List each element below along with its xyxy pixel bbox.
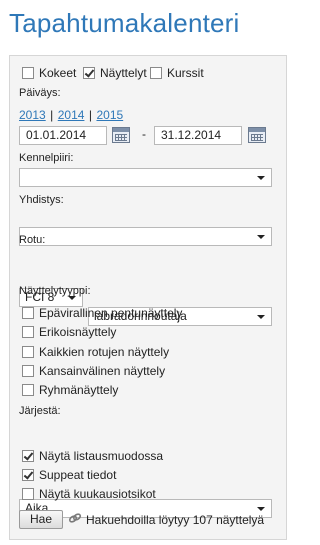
checkbox-kokeet[interactable]: Kokeet [22,66,76,80]
rotu-label: Rotu: [19,234,46,246]
search-button[interactable]: Hae [19,510,63,529]
option-compact-label: Suppeat tiedot [39,468,117,482]
calendar-icon[interactable] [248,127,266,143]
show-type-label: Näyttelytyyppi: [19,285,91,297]
show-type-checkbox[interactable] [22,365,34,377]
chevron-down-icon [257,315,265,319]
option-list-view-label: Näytä listausmuodossa [39,449,164,463]
chevron-down-icon [257,235,265,239]
yhdistys-label: Yhdistys: [19,194,64,206]
year-separator: | [88,108,93,122]
checkbox-nayttelyt-label: Näyttelyt [100,66,147,80]
show-type-item[interactable]: Kansainvälinen näyttely [22,364,165,378]
option-month-headings[interactable]: Näytä kuukausiotsikot [22,487,156,501]
show-type-item-label: Ryhmänäyttely [39,383,119,397]
show-type-item-label: Epävirallinen pentunäyttely [39,306,183,320]
link-icon[interactable] [68,512,82,524]
show-type-item[interactable]: Erikoisnäyttely [22,325,116,339]
show-type-item-label: Kansainvälinen näyttely [39,364,166,378]
show-type-checkbox[interactable] [22,307,34,319]
date-label: Päiväys: [19,87,61,99]
show-type-item-label: Kaikkien rotujen näyttely [39,345,170,359]
year-link-2014[interactable]: 2014 [58,108,85,122]
yhdistys-select[interactable] [19,227,272,246]
option-month-headings-box[interactable] [22,488,34,500]
year-separator: | [50,108,54,122]
chevron-down-icon [257,507,265,511]
chevron-down-icon [257,176,265,180]
option-compact-box[interactable] [22,469,34,481]
checkbox-kurssit-box[interactable] [150,67,162,79]
end-date-input[interactable]: 31.12.2014 [154,126,242,145]
show-type-checkbox[interactable] [22,326,34,338]
show-type-checkbox[interactable] [22,384,34,396]
start-date-input[interactable]: 01.01.2014 [19,126,107,145]
option-month-headings-label: Näytä kuukausiotsikot [39,487,156,501]
kennelpiiri-label: Kennelpiiri: [19,152,74,164]
checkbox-kokeet-label: Kokeet [39,66,77,80]
calendar-icon[interactable] [112,127,130,143]
search-result-text: Hakuehdoilla löytyy 107 näyttelyä [86,513,265,527]
show-type-item-label: Erikoisnäyttely [39,325,117,339]
show-type-item[interactable]: Kaikkien rotujen näyttely [22,345,169,359]
sort-label: Järjestä: [19,405,61,417]
date-range-dash: - [142,127,146,141]
show-type-item[interactable]: Ryhmänäyttely [22,383,118,397]
checkbox-kurssit-label: Kurssit [167,66,204,80]
year-links: 2013 | 2014 | 2015 [19,106,123,124]
show-type-item[interactable]: Epävirallinen pentunäyttely [22,306,182,320]
option-compact[interactable]: Suppeat tiedot [22,468,116,482]
year-link-2015[interactable]: 2015 [96,108,123,122]
checkbox-nayttelyt-box[interactable] [83,67,95,79]
option-list-view-box[interactable] [22,450,34,462]
year-link-2013[interactable]: 2013 [19,108,46,122]
show-type-checkbox[interactable] [22,346,34,358]
checkbox-nayttelyt[interactable]: Näyttelyt [83,66,147,80]
checkbox-kokeet-box[interactable] [22,67,34,79]
kennelpiiri-select[interactable] [19,168,272,187]
option-list-view[interactable]: Näytä listausmuodossa [22,449,163,463]
page-title: Tapahtumakalenteri [9,8,240,38]
checkbox-kurssit[interactable]: Kurssit [150,66,204,80]
